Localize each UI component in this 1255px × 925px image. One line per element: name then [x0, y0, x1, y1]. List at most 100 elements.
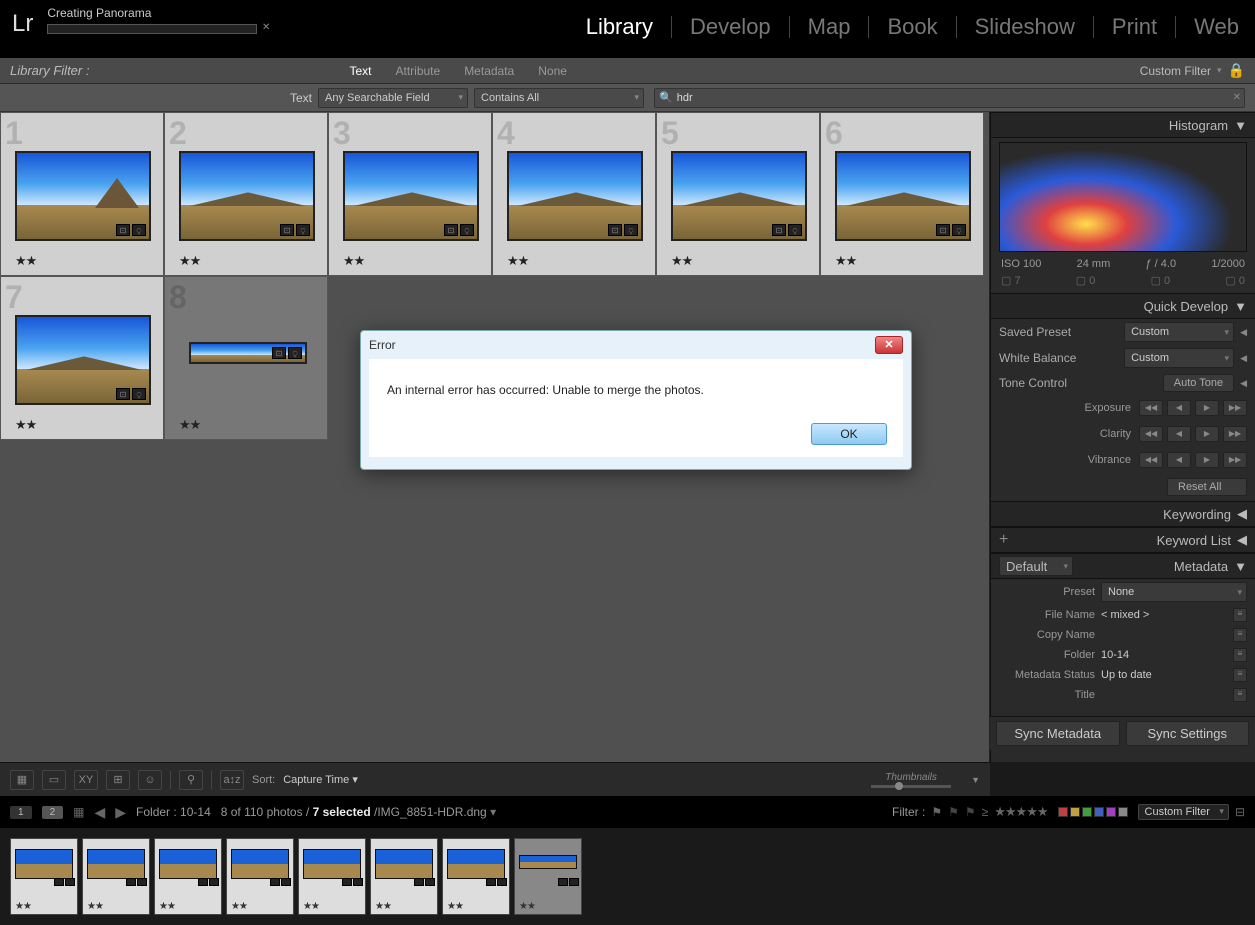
- keywording-header[interactable]: Keywording: [1163, 507, 1231, 522]
- folder-crumb[interactable]: Folder : 10-14: [136, 805, 211, 819]
- metadata-header[interactable]: Metadata: [1174, 559, 1228, 574]
- clear-search-icon[interactable]: ✕: [1233, 92, 1241, 103]
- filmstrip-thumbnail[interactable]: ★★: [10, 838, 78, 915]
- grid-thumbnail[interactable]: 3 ⊡⍜ ★★: [328, 112, 492, 276]
- module-slideshow[interactable]: Slideshow: [969, 14, 1081, 40]
- filter-menu-icon[interactable]: ▾: [1217, 65, 1222, 76]
- painter-icon[interactable]: ⚲: [179, 770, 203, 790]
- toolbar-menu-icon[interactable]: ▼: [971, 775, 980, 785]
- metadata-action-icon[interactable]: ≡: [1233, 628, 1247, 642]
- increase-large-button[interactable]: ▶▶: [1223, 426, 1247, 442]
- filmstrip-thumbnail[interactable]: ★★: [82, 838, 150, 915]
- filmstrip-thumbnail[interactable]: ★★: [298, 838, 366, 915]
- metadata-preset-select[interactable]: None: [1101, 582, 1247, 602]
- loupe-view-icon[interactable]: ▭: [42, 770, 66, 790]
- page-1-button[interactable]: 1: [10, 806, 32, 819]
- module-library[interactable]: Library: [580, 14, 659, 40]
- color-label-swatch[interactable]: [1106, 807, 1116, 817]
- rating-stars[interactable]: ★★: [343, 253, 364, 269]
- grid-thumbnail[interactable]: 4 ⊡⍜ ★★: [492, 112, 656, 276]
- compare-view-icon[interactable]: XY: [74, 770, 98, 790]
- decrease-large-button[interactable]: ◀◀: [1139, 426, 1163, 442]
- grid-thumbnail[interactable]: 6 ⊡⍜ ★★: [820, 112, 984, 276]
- saved-preset-select[interactable]: Custom: [1124, 322, 1234, 342]
- increase-large-button[interactable]: ▶▶: [1223, 400, 1247, 416]
- metadata-action-icon[interactable]: ≡: [1233, 608, 1247, 622]
- filmstrip-thumbnail[interactable]: ★★: [442, 838, 510, 915]
- flag-reject-icon[interactable]: ⚑: [965, 805, 976, 819]
- decrease-button[interactable]: ◀: [1167, 452, 1191, 468]
- histogram-header[interactable]: Histogram: [1169, 118, 1228, 133]
- sort-select[interactable]: Capture Time ▾: [283, 773, 358, 786]
- module-develop[interactable]: Develop: [684, 14, 777, 40]
- rating-stars[interactable]: ★★: [179, 417, 200, 433]
- rating-stars[interactable]: ★★: [507, 253, 528, 269]
- quick-develop-header[interactable]: Quick Develop: [1144, 299, 1229, 314]
- custom-filter-select[interactable]: Custom Filter: [1138, 804, 1229, 820]
- metadata-field-value[interactable]: 10-14: [1101, 649, 1227, 661]
- white-balance-select[interactable]: Custom: [1124, 348, 1234, 368]
- grid-thumbnail[interactable]: 8 ⊡⍜ ★★: [164, 276, 328, 440]
- filter-lock-icon[interactable]: ⊟: [1235, 805, 1245, 819]
- sort-direction-icon[interactable]: a↕z: [220, 770, 244, 790]
- grid-thumbnail[interactable]: 7 ⊡⍜ ★★: [0, 276, 164, 440]
- rating-stars[interactable]: ★★: [835, 253, 856, 269]
- module-map[interactable]: Map: [802, 14, 857, 40]
- color-label-swatch[interactable]: [1058, 807, 1068, 817]
- rating-filter[interactable]: ★★★★★: [994, 804, 1047, 820]
- expand-icon[interactable]: ◀: [1240, 353, 1247, 364]
- color-label-swatch[interactable]: [1118, 807, 1128, 817]
- people-view-icon[interactable]: ☺: [138, 770, 162, 790]
- metadata-action-icon[interactable]: ≡: [1233, 688, 1247, 702]
- increase-button[interactable]: ▶: [1195, 400, 1219, 416]
- filmstrip-thumbnail[interactable]: ★★: [370, 838, 438, 915]
- increase-large-button[interactable]: ▶▶: [1223, 452, 1247, 468]
- collapse-icon[interactable]: ▼: [1234, 559, 1247, 574]
- back-icon[interactable]: ◀: [94, 804, 105, 821]
- add-keyword-icon[interactable]: +: [999, 531, 1008, 549]
- libfilter-tab-none[interactable]: None: [538, 64, 567, 78]
- libfilter-tab-metadata[interactable]: Metadata: [464, 64, 514, 78]
- grid-thumbnail[interactable]: 5 ⊡⍜ ★★: [656, 112, 820, 276]
- second-window-icon[interactable]: ▦: [73, 805, 84, 819]
- module-book[interactable]: Book: [881, 14, 943, 40]
- forward-icon[interactable]: ▶: [115, 804, 126, 821]
- flag-pick-icon[interactable]: ⚑: [931, 805, 942, 819]
- expand-icon[interactable]: ◀: [1237, 532, 1247, 548]
- filmstrip-thumbnail[interactable]: ★★: [514, 838, 582, 915]
- metadata-field-value[interactable]: < mixed >: [1101, 609, 1227, 621]
- survey-view-icon[interactable]: ⊞: [106, 770, 130, 790]
- close-icon[interactable]: ✕: [875, 336, 903, 354]
- reset-all-button[interactable]: Reset All: [1167, 478, 1247, 496]
- custom-filter-label[interactable]: Custom Filter: [1140, 64, 1211, 78]
- libfilter-tab-text[interactable]: Text: [349, 64, 371, 78]
- filmstrip-thumbnail[interactable]: ★★: [226, 838, 294, 915]
- grid-thumbnail[interactable]: 2 ⊡⍜ ★★: [164, 112, 328, 276]
- sync-settings-button[interactable]: Sync Settings: [1126, 721, 1250, 746]
- rating-stars[interactable]: ★★: [15, 253, 36, 269]
- grid-view-icon[interactable]: ▦: [10, 770, 34, 790]
- ok-button[interactable]: OK: [811, 423, 887, 445]
- rating-stars[interactable]: ★★: [671, 253, 692, 269]
- lock-icon[interactable]: 🔒: [1228, 62, 1245, 79]
- decrease-button[interactable]: ◀: [1167, 426, 1191, 442]
- auto-tone-button[interactable]: Auto Tone: [1163, 374, 1234, 392]
- decrease-button[interactable]: ◀: [1167, 400, 1191, 416]
- expand-icon[interactable]: ◀: [1240, 378, 1247, 389]
- search-match-select[interactable]: Contains All: [474, 88, 644, 108]
- expand-icon[interactable]: ◀: [1240, 327, 1247, 338]
- search-input[interactable]: 🔍 hdr ✕: [654, 88, 1245, 108]
- flag-unflag-icon[interactable]: ⚑: [948, 805, 959, 819]
- module-print[interactable]: Print: [1106, 14, 1163, 40]
- libfilter-tab-attribute[interactable]: Attribute: [395, 64, 440, 78]
- metadata-mode-select[interactable]: Default: [999, 556, 1073, 576]
- collapse-icon[interactable]: ▼: [1234, 299, 1247, 314]
- rating-stars[interactable]: ★★: [179, 253, 200, 269]
- collapse-icon[interactable]: ▼: [1234, 118, 1247, 133]
- metadata-field-value[interactable]: Up to date: [1101, 669, 1227, 681]
- module-web[interactable]: Web: [1188, 14, 1245, 40]
- decrease-large-button[interactable]: ◀◀: [1139, 400, 1163, 416]
- metadata-action-icon[interactable]: ≡: [1233, 668, 1247, 682]
- increase-button[interactable]: ▶: [1195, 426, 1219, 442]
- increase-button[interactable]: ▶: [1195, 452, 1219, 468]
